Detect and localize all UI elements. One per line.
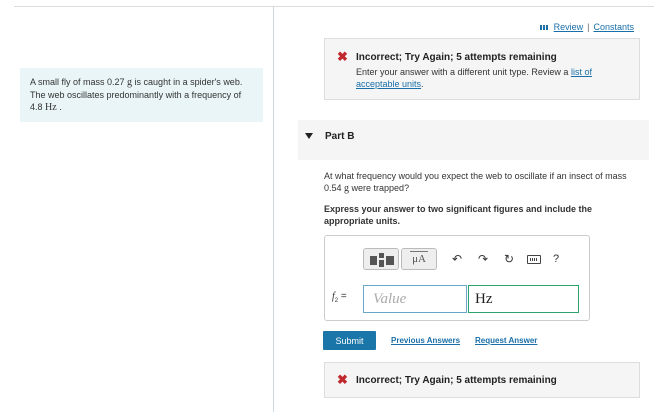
part-b-header[interactable]: Part B (298, 120, 649, 160)
feedback-box-top: ✖ Incorrect; Try Again; 5 attempts remai… (324, 38, 640, 100)
unit-input[interactable] (468, 285, 579, 313)
equation-toolbar: μA ↶ ↷ ↻ ? (363, 248, 559, 270)
redo-icon[interactable]: ↷ (477, 252, 489, 266)
help-icon[interactable]: ? (553, 253, 559, 265)
error-icon: ✖ (337, 372, 348, 387)
previous-answers-link[interactable]: Previous Answers (391, 336, 460, 345)
frequency-unit: Hz (45, 102, 57, 113)
units-button-label: μA (402, 251, 436, 265)
collapse-triangle-icon[interactable] (305, 133, 313, 139)
feedback-title: Incorrect; Try Again; 5 attempts remaini… (356, 375, 557, 386)
feedback-message-text: Enter your answer with a different unit … (356, 67, 571, 77)
feedback-message-end: . (421, 79, 424, 89)
question-text-b: were trapped? (349, 183, 410, 193)
reset-icon[interactable]: ↻ (503, 252, 515, 266)
error-icon: ✖ (337, 49, 348, 64)
templates-icon (370, 253, 394, 267)
undo-icon[interactable]: ↶ (451, 252, 463, 266)
problem-text-a: A small fly of mass 0.27 (30, 77, 128, 87)
part-label: Part B (325, 131, 355, 142)
request-answer-link[interactable]: Request Answer (475, 336, 537, 345)
header-links: Review | Constants (539, 22, 634, 32)
submit-button[interactable]: Submit (323, 331, 376, 350)
value-input[interactable] (363, 285, 467, 313)
units-button[interactable]: μA (401, 248, 437, 270)
feedback-box-bottom: ✖ Incorrect; Try Again; 5 attempts remai… (324, 362, 640, 398)
problem-text-c: . (56, 102, 62, 112)
keyboard-icon[interactable] (527, 254, 541, 264)
templates-button[interactable] (363, 248, 399, 270)
top-rule (14, 6, 654, 7)
review-icon (539, 24, 548, 30)
instruction-text: Express your answer to two significant f… (324, 204, 593, 226)
feedback-message: Enter your answer with a different unit … (356, 66, 626, 90)
question-text: At what frequency would you expect the w… (324, 170, 634, 195)
header-separator: | (587, 22, 590, 32)
column-divider (273, 6, 274, 412)
answer-variable-label: f2 = (332, 291, 347, 304)
review-link[interactable]: Review (554, 22, 584, 32)
problem-statement: A small fly of mass 0.27 g is caught in … (20, 68, 263, 122)
answer-panel: μA ↶ ↷ ↻ ? f2 = (324, 235, 590, 321)
constants-link[interactable]: Constants (593, 22, 634, 32)
equals-sign: = (338, 291, 347, 302)
feedback-title: Incorrect; Try Again; 5 attempts remaini… (356, 52, 557, 63)
